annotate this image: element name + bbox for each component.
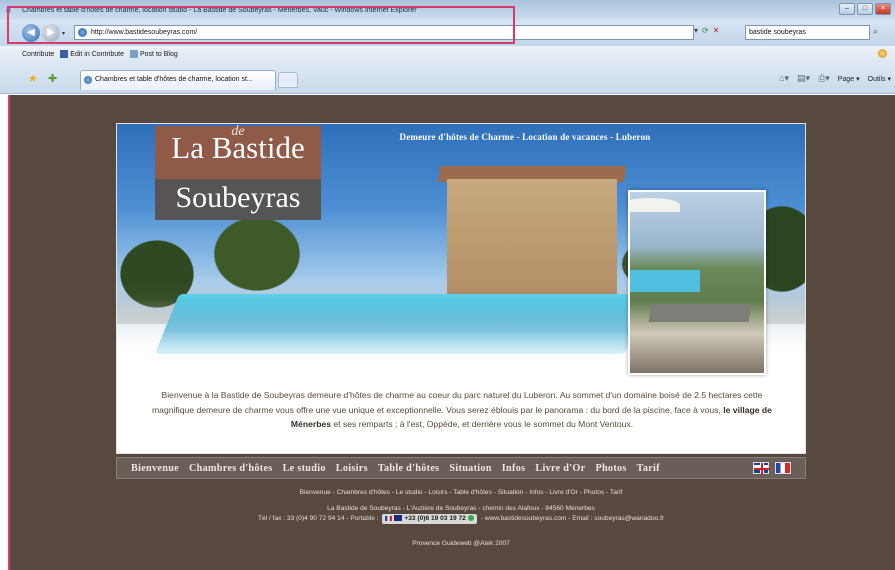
menu-item-situation[interactable]: Situation <box>449 463 491 474</box>
contribute-icon <box>60 50 69 58</box>
url-input[interactable]: http://www.bastidesoubeyras.com/ <box>74 25 694 40</box>
menu-item-loisirs[interactable]: Loisirs <box>336 463 368 474</box>
url-tools: ▾ ⟳ ✕ <box>694 26 719 35</box>
tab-active[interactable]: Chambres et table d'hôtes de charme, loc… <box>80 70 276 90</box>
site-favicon-icon <box>78 28 87 37</box>
footer-credit: Provence Guideweb @Atek 2007 <box>412 540 510 547</box>
menu-item-studio[interactable]: Le studio <box>283 463 326 474</box>
contribute-label: Contribute <box>22 50 55 58</box>
footer-phone-prefix: Tél / fax : 33 (0)4 90 72 94 14 - Portab… <box>257 515 379 522</box>
menu-item-bienvenue[interactable]: Bienvenue <box>131 463 179 474</box>
tab-bar: ★ ✚ Chambres et table d'hôtes de charme,… <box>0 62 895 94</box>
tab-favicon-icon <box>84 76 92 84</box>
refresh-icon[interactable]: ⟳ <box>702 26 709 35</box>
menu-item-photos[interactable]: Photos <box>595 463 626 474</box>
french-flag-icon[interactable] <box>775 462 791 474</box>
url-text: http://www.bastidesoubeyras.com/ <box>91 29 198 36</box>
url-dropdown-icon[interactable]: ▾ <box>694 26 698 35</box>
hero-house <box>447 179 617 294</box>
intro-text: Bienvenue à la Bastide de Soubeyras deme… <box>147 388 777 432</box>
mobile-phone-icon <box>394 515 403 522</box>
toolbar-options-icon[interactable] <box>878 49 887 58</box>
tab-label: Chambres et table d'hôtes de charme, loc… <box>95 76 253 83</box>
contribute-menu[interactable]: Contribute <box>22 51 54 58</box>
menu-item-table[interactable]: Table d'hôtes <box>378 463 440 474</box>
new-tab-button[interactable] <box>278 72 298 88</box>
footer-links[interactable]: Bienvenue - Chambres d'hôtes - Le studio… <box>116 489 806 496</box>
menu-item-livre-dor[interactable]: Livre d'Or <box>535 463 585 474</box>
english-flag-icon[interactable] <box>753 462 770 475</box>
menu-item-infos[interactable]: Infos <box>502 463 526 474</box>
favorites-star-icon[interactable]: ★ <box>28 72 38 85</box>
address-bar: ◀ ▶ ▾ http://www.bastidesoubeyras.com/ ▾… <box>0 20 895 46</box>
edit-in-contribute-label: Edit in Contribute <box>70 50 124 58</box>
inset-loungers <box>648 304 752 322</box>
footer-address: La Bastide de Soubeyras - L'Auzière de S… <box>327 505 595 512</box>
footer-phone-suffix: - www.bastidesoubeyras.com - Email : sou… <box>480 515 665 522</box>
maximize-button[interactable]: □ <box>857 3 873 15</box>
links-toolbar: Contribute Edit in Contribute Post to Bl… <box>0 46 895 62</box>
command-bar: ⌂▾ ▤▾ ⎙▾ Page ▾ Outils ▾ <box>779 73 891 84</box>
page-viewport: La Bastide Soubeyras de Demeure d'hôtes … <box>0 95 895 570</box>
inset-umbrella <box>630 198 680 212</box>
intro-part1: Bienvenue à la Bastide de Soubeyras deme… <box>152 390 763 415</box>
hero-banner: La Bastide Soubeyras de Demeure d'hôtes … <box>116 123 806 454</box>
intro-part2: et ses remparts ; à l'est, Oppède, et de… <box>333 419 634 430</box>
recent-pages-dropdown-icon[interactable]: ▾ <box>62 30 65 37</box>
post-to-blog-label: Post to Blog <box>140 50 178 58</box>
back-button[interactable]: ◀ <box>22 24 40 42</box>
stop-icon[interactable]: ✕ <box>713 26 720 35</box>
forward-button[interactable]: ▶ <box>42 24 60 42</box>
mobile-flag-icon <box>385 515 393 521</box>
logo-line3: Soubeyras <box>175 181 301 214</box>
edit-in-contribute-button[interactable]: Edit in Contribute <box>60 50 124 58</box>
minimize-button[interactable]: – <box>839 3 855 15</box>
blog-icon <box>130 50 138 58</box>
footer-phone-line: Tél / fax : 33 (0)4 90 72 94 14 - Portab… <box>116 514 806 524</box>
inset-photo <box>628 190 766 375</box>
logo-line2: de <box>231 124 245 139</box>
window-titlebar: e Chambres et table d'hôtes de charme, l… <box>0 0 895 20</box>
search-input[interactable]: bastide soubeyras <box>745 25 870 40</box>
post-to-blog-button[interactable]: Post to Blog <box>130 50 178 58</box>
hero-tagline: Demeure d'hôtes de Charme - Location de … <box>399 132 651 142</box>
annotation-line <box>8 95 10 570</box>
home-icon[interactable]: ⌂▾ <box>779 73 789 84</box>
feeds-icon[interactable]: ▤▾ <box>797 73 810 84</box>
close-button[interactable]: × <box>875 3 891 15</box>
mobile-number: +33 (0)6 19 03 19 72 <box>404 515 466 522</box>
search-input-text: bastide soubeyras <box>749 29 806 36</box>
main-menu: Bienvenue Chambres d'hôtes Le studio Loi… <box>116 457 806 479</box>
site-logo-bottom[interactable]: Soubeyras <box>155 179 321 220</box>
ie-logo-icon: e <box>6 5 12 15</box>
menu-item-tarif[interactable]: Tarif <box>637 463 660 474</box>
tools-menu-label: Outils <box>867 75 886 83</box>
logo-de-wrap: de <box>155 124 321 140</box>
print-icon[interactable]: ⎙▾ <box>818 73 830 84</box>
inset-pool <box>630 270 700 292</box>
footer-contact: La Bastide de Soubeyras - L'Auzière de S… <box>116 504 806 524</box>
page-menu-label: Page <box>837 75 855 83</box>
window-title: Chambres et table d'hôtes de charme, loc… <box>22 6 417 14</box>
search-icon[interactable]: ⌕ <box>873 26 878 37</box>
menu-item-chambres[interactable]: Chambres d'hôtes <box>189 463 273 474</box>
tools-menu[interactable]: Outils ▾ <box>868 75 891 83</box>
window-controls: – □ × <box>839 3 891 15</box>
add-favorites-icon[interactable]: ✚ <box>48 72 57 85</box>
mobile-badge: +33 (0)6 19 03 19 72 <box>382 514 477 524</box>
mobile-status-icon <box>467 515 474 522</box>
page-menu[interactable]: Page ▾ <box>838 75 860 83</box>
